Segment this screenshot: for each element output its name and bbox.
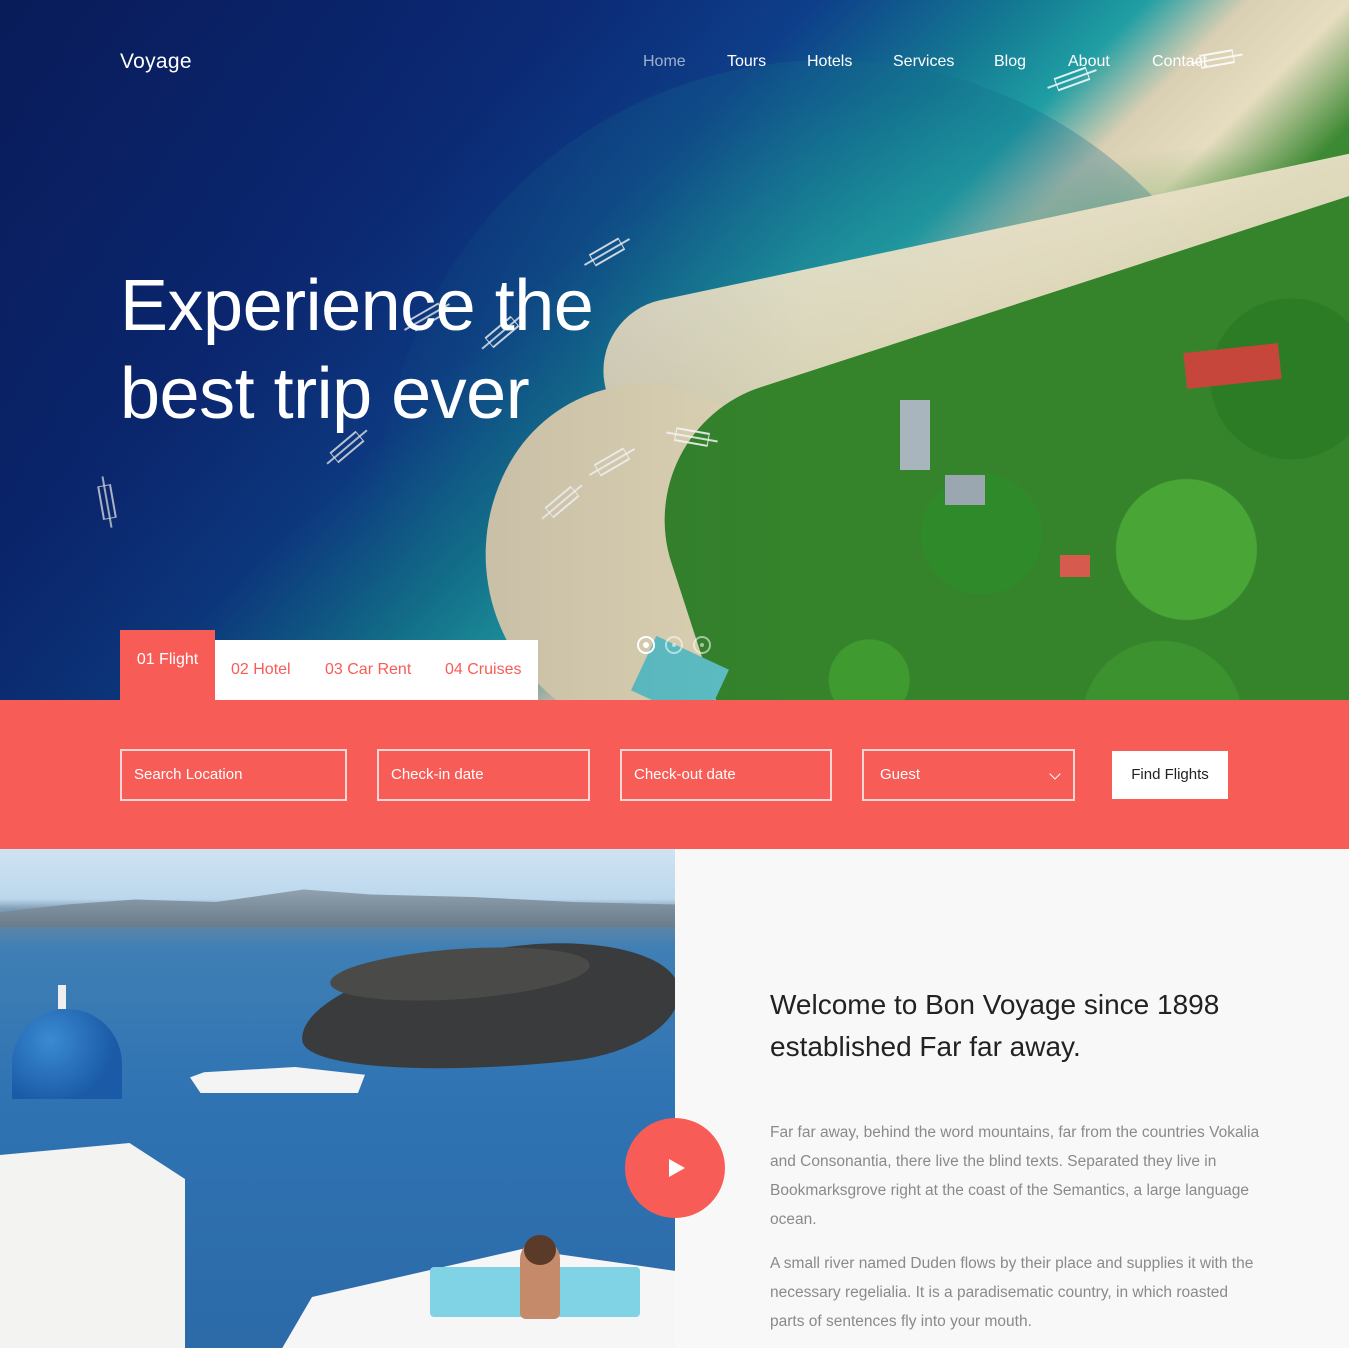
nav-item-blog[interactable]: Blog [994,53,1026,71]
about-paragraph-2: A small river named Duden flows by their… [770,1255,1254,1330]
slider-dot-3[interactable] [693,636,711,654]
about-heading: Welcome to Bon Voyage since 1898 establi… [770,989,1220,1062]
find-flights-button[interactable]: Find Flights [1112,751,1228,799]
chevron-down-icon [1049,768,1061,780]
about-paragraph-1: Far far away, behind the word mountains,… [770,1124,1260,1228]
nav-item-about[interactable]: About [1068,53,1110,71]
play-video-button[interactable] [625,1118,725,1218]
tab-cruises[interactable]: 04 Cruises [425,640,538,700]
guest-select-label: Guest [880,766,921,783]
tab-car-rent[interactable]: 03 Car Rent [305,640,425,700]
slider-dot-2[interactable] [665,636,683,654]
nav-item-services[interactable]: Services [893,53,954,71]
nav-item-contact[interactable]: Contact [1152,53,1207,71]
santorini-photo [0,849,675,1348]
tab-flight[interactable]: 01 Flight [120,630,215,700]
nav-item-hotels[interactable]: Hotels [807,53,852,71]
nav-item-home[interactable]: Home [643,53,686,71]
photo-cruise-ship [190,1067,365,1093]
guest-select[interactable]: Guest [862,749,1075,801]
hero-title: Experience the best trip ever [120,266,594,434]
hero-section: Voyage Home Tours Hotels Services Blog A… [0,0,1349,700]
tab-hotel[interactable]: 02 Hotel [215,640,305,700]
photo-cross [58,985,66,1009]
photo-cliffs [0,889,675,927]
photo-church [0,1143,185,1348]
nav-item-tours[interactable]: Tours [727,53,766,71]
slider-dot-1[interactable] [637,636,655,654]
checkin-date-input[interactable]: Check-in date [377,749,590,801]
checkout-date-input[interactable]: Check-out date [620,749,832,801]
flight-search-form: Search Location Check-in date Check-out … [0,700,1349,849]
photo-person-hair [524,1235,556,1265]
play-icon [669,1159,685,1177]
brand-logo[interactable]: Voyage [120,50,192,74]
search-location-input[interactable]: Search Location [120,749,347,801]
photo-blue-dome [12,1009,122,1099]
